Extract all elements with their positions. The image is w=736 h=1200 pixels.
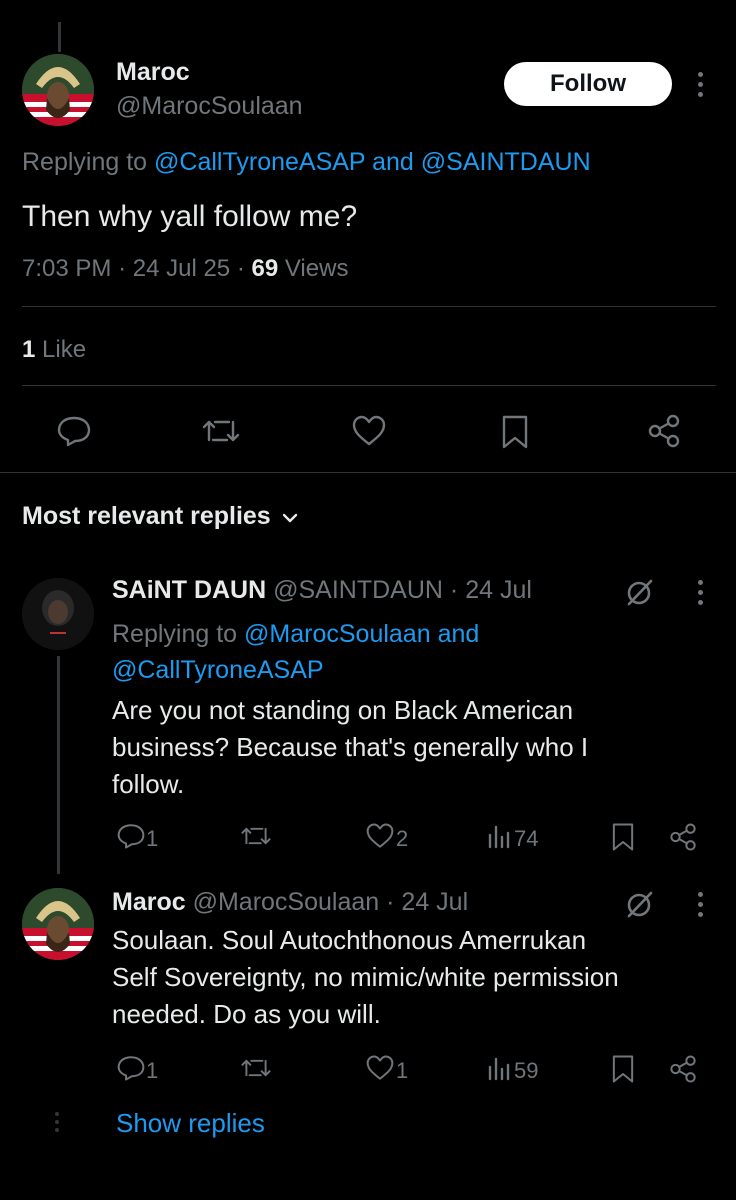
share-icon[interactable]	[668, 1054, 698, 1089]
avatar[interactable]	[22, 888, 94, 960]
avatar[interactable]	[22, 54, 94, 126]
replying-and: and	[437, 620, 480, 648]
reply-text-line: business? Because that's generally who I	[112, 732, 589, 762]
reply-text: Soulaan. Soul Autochthonous Amerrukan Se…	[112, 922, 619, 1033]
mention-link[interactable]: @CallTyroneASAP	[154, 148, 365, 176]
likes-count: 1	[22, 336, 36, 363]
like-icon	[364, 1054, 396, 1087]
likes-label: Like	[42, 336, 87, 363]
like-count: 1	[396, 1057, 409, 1083]
views-icon	[486, 822, 514, 855]
reply-replying-to: Replying to @MarocSoulaan and @CallTyron…	[112, 616, 672, 688]
reply-icon	[116, 1054, 146, 1087]
replying-to-line: Replying to @CallTyroneASAP and @SAINTDA…	[22, 148, 591, 177]
views-label: Views	[284, 255, 349, 282]
reply-author-handle[interactable]: @MarocSoulaan	[193, 888, 380, 916]
replying-prefix: Replying to	[112, 620, 238, 648]
like-icon	[364, 822, 396, 855]
chevron-down-icon	[281, 511, 299, 529]
post-meta: 7:03 PM · 24 Jul 25 · 69 Views	[22, 255, 349, 282]
reply-text-line: follow.	[112, 769, 185, 799]
repost-icon[interactable]	[240, 1056, 272, 1085]
views-icon	[486, 1054, 514, 1087]
reply-icon[interactable]	[56, 414, 92, 448]
reply-text-line: Soulaan. Soul Autochthonous Amerrukan	[112, 925, 587, 955]
reply-text-line: Are you not standing on Black American	[112, 695, 574, 725]
views-count: 69	[251, 255, 279, 282]
grok-icon[interactable]	[624, 576, 656, 613]
section-divider	[0, 472, 736, 473]
repost-icon[interactable]	[240, 824, 272, 853]
repost-icon[interactable]	[201, 416, 241, 446]
thread-connector-top	[58, 22, 61, 52]
reply-header: SAiNT DAUN @SAINTDAUN · 24 Jul	[112, 576, 532, 604]
reply-action-views[interactable]: 59	[486, 1054, 538, 1087]
reply-icon	[116, 822, 146, 855]
view-count: 74	[514, 825, 539, 851]
avatar[interactable]	[22, 578, 94, 650]
reply-action-reply[interactable]: 1	[116, 1054, 158, 1087]
more-options-icon[interactable]	[698, 580, 704, 610]
thread-dots-icon	[55, 1112, 61, 1132]
view-count: 59	[514, 1057, 539, 1083]
reply-date[interactable]: 24 Jul	[465, 576, 532, 604]
bookmark-icon[interactable]	[610, 822, 636, 857]
post-date: 24 Jul 25	[132, 255, 231, 282]
share-icon[interactable]	[668, 822, 698, 857]
reply-count: 1	[146, 1057, 159, 1083]
reply-author-handle[interactable]: @SAINTDAUN	[273, 576, 443, 604]
mention-link[interactable]: @SAINTDAUN	[421, 148, 591, 176]
replying-prefix: Replying to	[22, 148, 148, 176]
replies-header-label: Most relevant replies	[22, 502, 271, 530]
post-time: 7:03 PM	[22, 255, 112, 282]
reply-action-reply[interactable]: 1	[116, 822, 158, 855]
replying-and: and	[372, 148, 414, 176]
reply-date[interactable]: 24 Jul	[401, 888, 468, 916]
more-options-icon[interactable]	[698, 892, 704, 922]
like-icon[interactable]	[350, 414, 388, 448]
follow-button[interactable]: Follow	[504, 62, 672, 106]
show-replies-link[interactable]: Show replies	[116, 1108, 265, 1139]
like-count: 2	[396, 825, 409, 851]
mention-link[interactable]: @MarocSoulaan	[244, 620, 431, 648]
reply-count: 1	[146, 825, 159, 851]
reply-action-like[interactable]: 1	[364, 1054, 408, 1087]
bookmark-icon[interactable]	[500, 414, 530, 450]
bookmark-icon[interactable]	[610, 1054, 636, 1089]
replies-sort-dropdown[interactable]: Most relevant replies	[22, 502, 299, 531]
author-name[interactable]: Maroc	[116, 58, 190, 87]
reply-author-name[interactable]: Maroc	[112, 888, 186, 916]
author-handle[interactable]: @MarocSoulaan	[116, 92, 303, 121]
more-options-icon[interactable]	[698, 72, 704, 102]
reply-text: Are you not standing on Black American b…	[112, 692, 588, 803]
thread-connector	[57, 656, 60, 874]
reply-action-like[interactable]: 2	[364, 822, 408, 855]
share-icon[interactable]	[646, 413, 682, 449]
reply-author-name[interactable]: SAiNT DAUN	[112, 576, 266, 604]
reply-text-line: needed. Do as you will.	[112, 999, 381, 1029]
divider	[22, 385, 716, 386]
divider	[22, 306, 716, 307]
likes-summary[interactable]: 1 Like	[22, 336, 86, 364]
reply-action-views[interactable]: 74	[486, 822, 538, 855]
mention-link[interactable]: @CallTyroneASAP	[112, 656, 324, 684]
reply-text-line: Self Sovereignty, no mimic/white permiss…	[112, 962, 619, 992]
post-text: Then why yall follow me?	[22, 200, 358, 233]
reply-header: Maroc @MarocSoulaan · 24 Jul	[112, 888, 469, 916]
grok-icon[interactable]	[624, 888, 656, 925]
